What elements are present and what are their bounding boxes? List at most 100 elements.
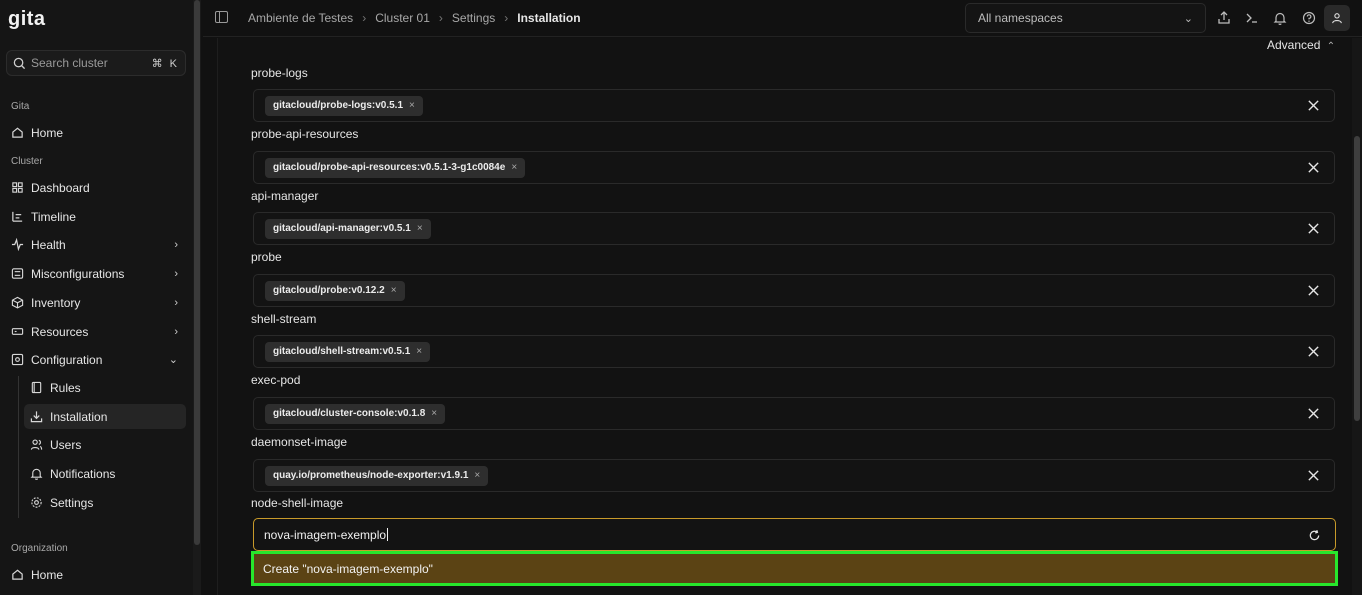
section-label-organization: Organization — [11, 543, 68, 554]
server-icon — [11, 328, 24, 335]
breadcrumb-item[interactable]: Ambiente de Testes — [248, 11, 353, 25]
field-label-api-manager: api-manager — [251, 189, 319, 203]
section-label-gita: Gita — [11, 101, 30, 112]
section-label-cluster: Cluster — [11, 156, 43, 167]
sidebar-item-label: Settings — [50, 495, 94, 510]
search-icon — [13, 57, 26, 69]
sidebar-item-dashboard[interactable]: Dashboard — [5, 175, 186, 200]
breadcrumb-separator: › — [504, 11, 509, 25]
main-scrollbar[interactable] — [1352, 38, 1362, 595]
sidebar-scrollbar[interactable] — [193, 0, 201, 595]
clear-icon[interactable] — [1307, 284, 1320, 297]
tag-input-probe-api-resources[interactable]: gitacloud/probe-api-resources:v0.5.1-3-g… — [253, 151, 1335, 184]
users-icon — [30, 439, 43, 450]
image-tag: gitacloud/shell-stream:v0.5.1 × — [265, 341, 431, 362]
bell-icon[interactable] — [1272, 10, 1288, 26]
remove-tag-icon[interactable]: × — [431, 408, 437, 419]
activity-icon — [11, 238, 24, 251]
terminal-icon[interactable] — [1244, 10, 1260, 26]
tag-input-exec-pod[interactable]: gitacloud/cluster-console:v0.1.8 × — [253, 397, 1335, 430]
sidebar-item-settings[interactable]: Settings — [24, 490, 186, 515]
namespace-select[interactable]: All namespaces ⌄ — [965, 3, 1206, 33]
sidebar-item-label: Health — [31, 237, 66, 252]
clear-icon[interactable] — [1307, 161, 1320, 174]
image-tag: gitacloud/api-manager:v0.5.1 × — [265, 218, 431, 239]
main-scroll-thumb[interactable] — [1354, 136, 1360, 421]
search-placeholder: Search cluster — [31, 56, 108, 70]
breadcrumb-item[interactable]: Cluster 01 — [375, 11, 430, 25]
sidebar-item-health[interactable]: Health › — [5, 232, 186, 257]
image-tag: gitacloud/probe-api-resources:v0.5.1-3-g… — [265, 157, 526, 178]
user-avatar[interactable] — [1324, 5, 1350, 31]
book-icon — [31, 381, 42, 394]
sidebar-item-label: Dashboard — [31, 180, 90, 195]
remove-tag-icon[interactable]: × — [409, 100, 415, 111]
breadcrumb-item[interactable]: Settings — [452, 11, 495, 25]
sidebar-item-installation[interactable]: Installation — [24, 404, 186, 429]
sidebar-item-label: Home — [31, 567, 64, 582]
remove-tag-icon[interactable]: × — [416, 346, 422, 357]
timeline-icon — [12, 211, 23, 222]
chevron-up-icon: ⌃ — [1326, 41, 1336, 52]
remove-tag-icon[interactable]: × — [417, 223, 423, 234]
config-icon — [11, 353, 24, 366]
search-input[interactable]: Search cluster ⌘ K — [6, 50, 186, 76]
sidebar-item-label: Home — [31, 125, 64, 140]
sidebar-item-label: Installation — [50, 409, 108, 424]
sidebar-scroll-thumb[interactable] — [194, 0, 200, 545]
chevron-right-icon: › — [174, 267, 178, 280]
chevron-right-icon: › — [174, 325, 178, 338]
sidebar-item-label: Notifications — [50, 466, 116, 481]
sidebar-item-configuration[interactable]: Configuration ⌄ — [5, 347, 186, 372]
box-icon — [11, 296, 24, 309]
image-tag-text: gitacloud/probe-logs:v0.5.1 — [273, 100, 404, 111]
chevron-right-icon: › — [174, 296, 178, 309]
help-icon[interactable] — [1301, 10, 1317, 26]
create-option[interactable]: Create "nova-imagem-exemplo" — [251, 551, 1338, 586]
tag-input-probe[interactable]: gitacloud/probe:v0.12.2 × — [253, 274, 1335, 307]
advanced-toggle[interactable]: Advanced ⌃ — [1267, 38, 1335, 52]
sidebar-item-notifications[interactable]: Notifications — [24, 461, 186, 486]
remove-tag-icon[interactable]: × — [511, 162, 517, 173]
remove-tag-icon[interactable]: × — [391, 285, 397, 296]
image-tag-text: gitacloud/probe-api-resources:v0.5.1-3-g… — [273, 162, 506, 173]
sidebar-item-label: Inventory — [31, 295, 81, 310]
sidebar-item-home[interactable]: Home — [5, 120, 186, 145]
download-icon — [30, 411, 43, 423]
sidebar-item-rules[interactable]: Rules — [24, 375, 186, 400]
clear-icon[interactable] — [1307, 469, 1320, 482]
upload-icon[interactable] — [1216, 10, 1232, 26]
text-caret — [387, 528, 389, 541]
image-tag-text: quay.io/prometheus/node-exporter:v1.9.1 — [273, 470, 469, 481]
clear-icon[interactable] — [1307, 345, 1320, 358]
sidebar-item-resources[interactable]: Resources › — [5, 319, 186, 344]
clear-icon[interactable] — [1307, 99, 1320, 112]
tag-input-daemonset-image[interactable]: quay.io/prometheus/node-exporter:v1.9.1 × — [253, 459, 1335, 492]
field-label-shell-stream: shell-stream — [251, 312, 317, 326]
node-shell-image-input[interactable]: nova-imagem-exemplo — [253, 518, 1336, 551]
image-tag-text: gitacloud/probe:v0.12.2 — [273, 285, 385, 296]
sidebar-item-org-home[interactable]: Home — [5, 562, 186, 587]
sidebar-item-inventory[interactable]: Inventory › — [5, 290, 186, 315]
sliders-icon — [11, 268, 24, 279]
sidebar: gita Search cluster ⌘ K Gita Home Cluste… — [0, 0, 193, 595]
breadcrumb-current: Installation — [517, 11, 581, 25]
tag-input-shell-stream[interactable]: gitacloud/shell-stream:v0.5.1 × — [253, 335, 1335, 368]
clear-icon[interactable] — [1307, 407, 1320, 420]
search-shortcut: ⌘ K — [151, 57, 179, 70]
clear-icon[interactable] — [1307, 222, 1320, 235]
refresh-icon[interactable] — [1308, 529, 1321, 542]
node-shell-image-value: nova-imagem-exemplo — [264, 527, 387, 542]
tag-input-probe-logs[interactable]: gitacloud/probe-logs:v0.5.1 × — [253, 89, 1335, 122]
sidebar-item-label: Resources — [31, 324, 89, 339]
sidebar-item-misconfigurations[interactable]: Misconfigurations › — [5, 261, 186, 286]
panel-toggle-icon[interactable] — [215, 11, 228, 23]
remove-tag-icon[interactable]: × — [474, 470, 480, 481]
sidebar-item-users[interactable]: Users — [24, 432, 186, 457]
image-tag-text: gitacloud/shell-stream:v0.5.1 — [273, 346, 411, 357]
user-icon — [1332, 13, 1342, 24]
tag-input-api-manager[interactable]: gitacloud/api-manager:v0.5.1 × — [253, 212, 1335, 245]
image-tag-text: gitacloud/cluster-console:v0.1.8 — [273, 408, 426, 419]
image-tag: gitacloud/cluster-console:v0.1.8 × — [265, 403, 446, 424]
sidebar-item-timeline[interactable]: Timeline — [5, 204, 186, 229]
